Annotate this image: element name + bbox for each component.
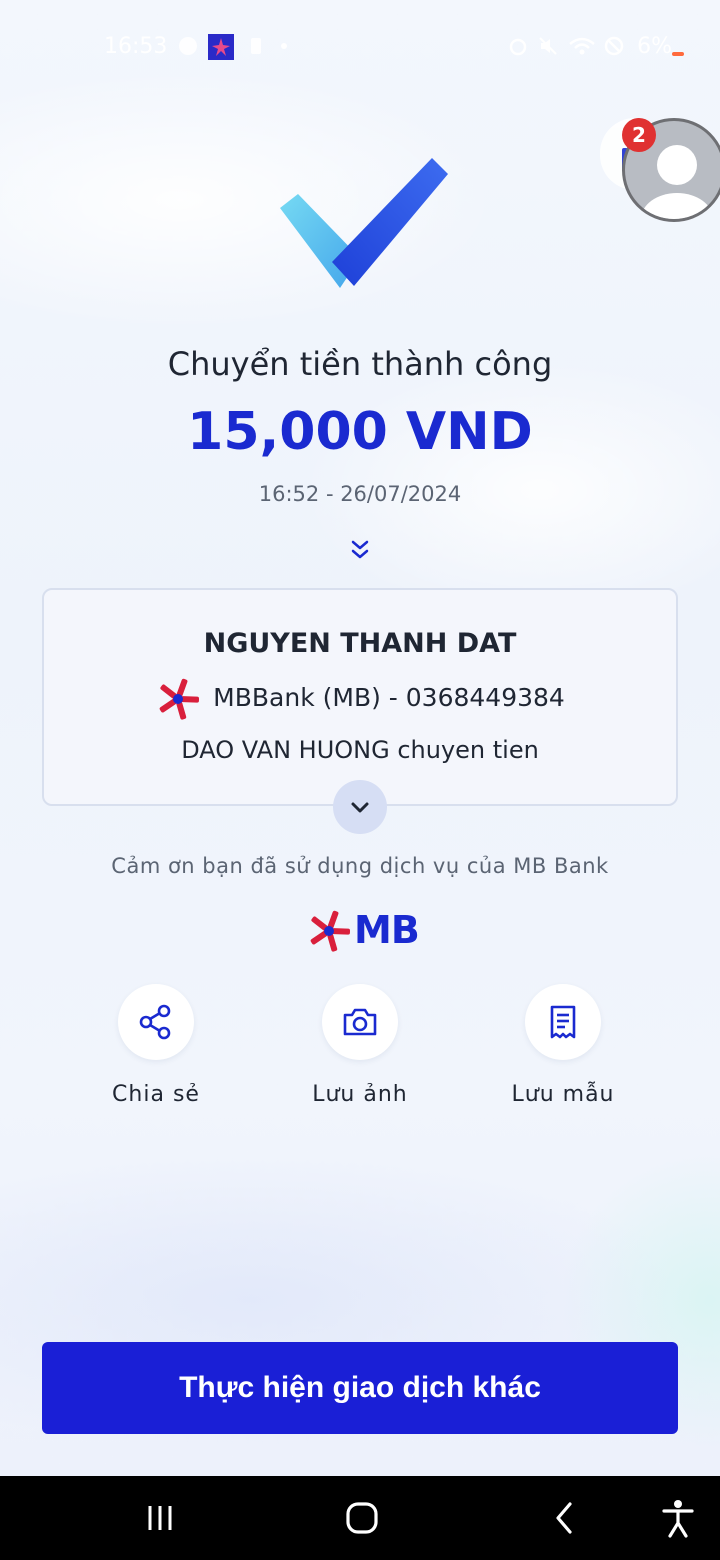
recent-apps-icon[interactable] <box>140 1496 180 1540</box>
mb-logo-text: MB <box>354 908 420 952</box>
save-image-action[interactable]: Lưu ảnh <box>280 984 440 1107</box>
recipient-card: NGUYEN THANH DAT MBBank (MB) - 036844938… <box>42 588 678 806</box>
battery-alert-icon <box>251 38 261 54</box>
chevron-down-icon <box>351 802 369 813</box>
thanks-text: Cảm ơn bạn đã sử dụng dịch vụ của MB Ban… <box>111 854 609 878</box>
recipient-bank-row: MBBank (MB) - 0368449384 <box>44 676 676 722</box>
save-template-action[interactable]: Lưu mẫu <box>483 984 643 1107</box>
share-label: Chia sẻ <box>112 1082 200 1107</box>
recipient-name: NGUYEN THANH DAT <box>203 628 517 659</box>
transfer-memo: DAO VAN HUONG chuyen tien <box>181 736 539 764</box>
messenger-icon <box>179 37 197 55</box>
transfer-datetime: 16:52 - 26/07/2024 <box>258 482 462 506</box>
back-icon[interactable] <box>546 1496 582 1540</box>
success-check-icon <box>280 158 448 288</box>
battery-percent: 6% <box>637 34 672 59</box>
mute-icon <box>539 37 557 55</box>
system-nav-bar <box>0 1476 720 1560</box>
camera-icon <box>343 1008 377 1036</box>
transfer-amount: 15,000 VND <box>187 402 533 462</box>
app-notification-icon <box>208 34 234 60</box>
save-template-label: Lưu mẫu <box>511 1082 615 1107</box>
dot-icon <box>281 43 287 49</box>
mb-star-logo-icon <box>159 678 200 720</box>
share-icon <box>139 1004 171 1040</box>
status-bar: 16:53 6% <box>0 0 720 92</box>
save-template-button[interactable] <box>525 984 601 1060</box>
mb-logo: MB <box>306 906 420 956</box>
alarm-icon <box>509 38 527 56</box>
receipt-icon <box>550 1005 576 1039</box>
new-transaction-button[interactable]: Thực hiện giao dịch khác <box>42 1342 678 1434</box>
success-title: Chuyển tiền thành công <box>167 345 553 383</box>
double-chevron-down-icon <box>351 540 369 559</box>
bank-account-text: MBBank (MB) - 0368449384 <box>213 683 565 712</box>
chat-head-bubble[interactable]: 2 <box>600 110 720 234</box>
home-icon[interactable] <box>340 1496 384 1540</box>
save-image-label: Lưu ảnh <box>312 1082 408 1107</box>
share-button[interactable] <box>118 984 194 1060</box>
mb-star-logo-icon <box>310 910 351 952</box>
save-image-button[interactable] <box>322 984 398 1060</box>
battery-icon <box>672 52 684 56</box>
status-time: 16:53 <box>104 34 168 59</box>
do-not-disturb-icon <box>604 36 624 56</box>
expand-details-button[interactable] <box>333 780 387 834</box>
accessibility-icon[interactable] <box>656 1496 700 1540</box>
share-action[interactable]: Chia sẻ <box>76 984 236 1107</box>
wifi-icon <box>569 37 595 55</box>
notification-badge: 2 <box>622 118 656 152</box>
